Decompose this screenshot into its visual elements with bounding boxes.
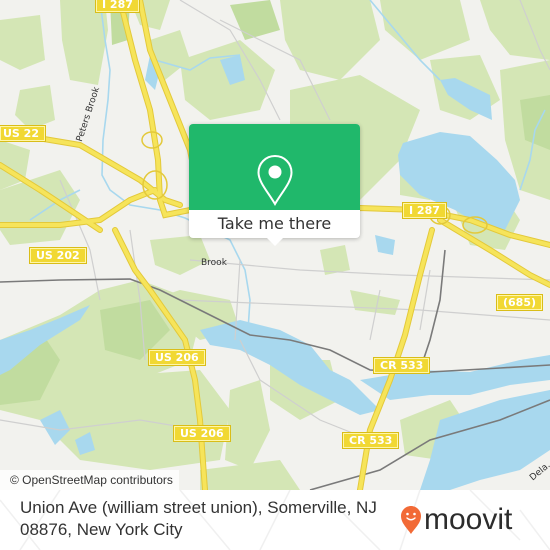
shield-685: (685)	[495, 294, 544, 311]
moovit-wordmark: moovit	[424, 503, 513, 536]
take-me-there-button[interactable]: Take me there	[189, 210, 360, 238]
moovit-logo: moovit	[400, 502, 512, 538]
moovit-pin-icon	[401, 506, 421, 534]
map-pin-icon	[257, 154, 293, 206]
shield-i287-north: I 287	[95, 0, 140, 13]
shield-cr533-north: CR 533	[372, 357, 431, 374]
footer-bar: Union Ave (william street union), Somerv…	[0, 490, 550, 550]
river-label-brook: Brook	[201, 258, 227, 268]
shield-us202: US 202	[29, 247, 87, 264]
map-attribution[interactable]: © OpenStreetMap contributors	[0, 470, 179, 490]
popup-header	[189, 124, 360, 210]
address-text: Union Ave (william street union), Somerv…	[20, 498, 377, 539]
map-view[interactable]: I 287 US 22 US 202 I 287 (685) US 206 CR…	[0, 0, 550, 490]
shield-cr533-south: CR 533	[341, 432, 400, 449]
shield-us22: US 22	[0, 125, 46, 142]
shield-i287-east: I 287	[402, 202, 447, 219]
shield-us206-south: US 206	[173, 425, 231, 442]
location-popup: Take me there	[189, 124, 360, 246]
shield-us206-north: US 206	[148, 349, 206, 366]
popup-pointer	[267, 238, 283, 246]
